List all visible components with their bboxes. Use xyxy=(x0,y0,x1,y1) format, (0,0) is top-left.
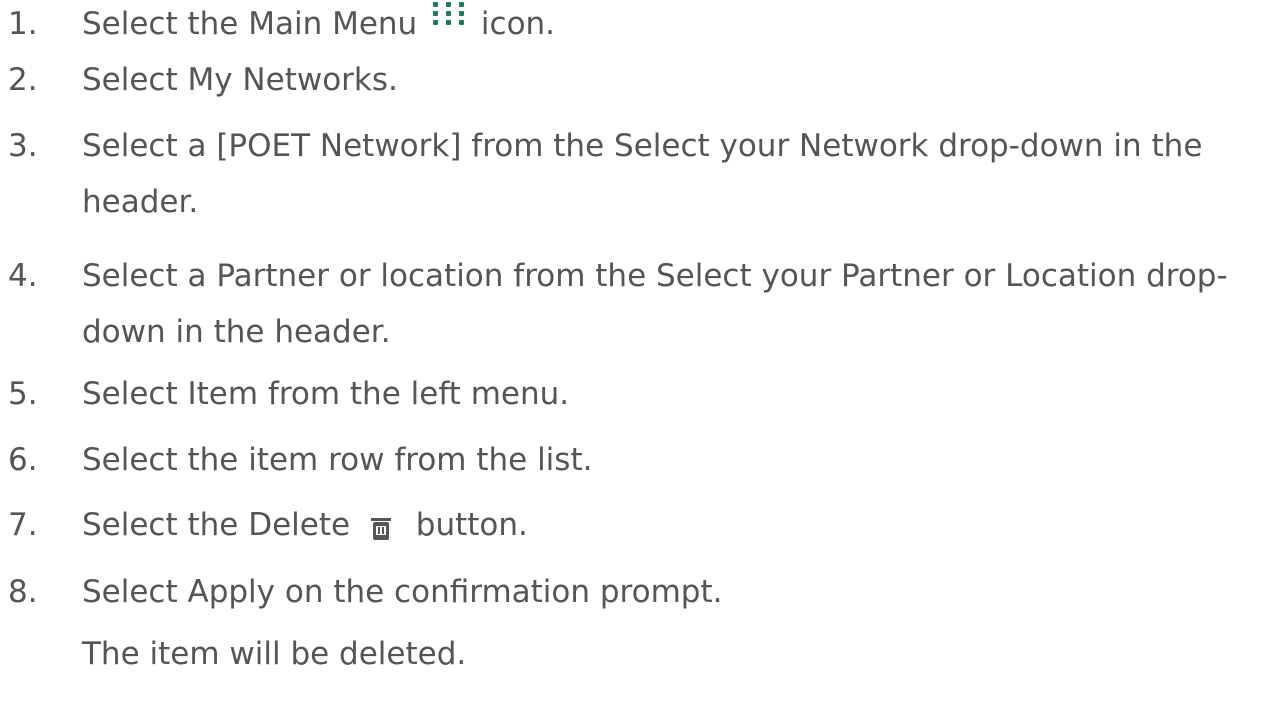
step-text: Select Item from the left menu. xyxy=(82,376,570,412)
step-3: 3. Select a [POET Network] from the Sele… xyxy=(0,118,1262,230)
grid-dots-icon xyxy=(431,1,467,27)
step-4: 4. Select a Partner or location from the… xyxy=(0,248,1262,360)
step-text: Select Apply on the confirmation prompt. xyxy=(82,574,723,610)
trash-icon xyxy=(370,503,392,540)
instruction-steps: 1. Select the Main Menu icon. 2. Select … xyxy=(0,0,1264,610)
step-number: 7. xyxy=(8,507,38,543)
step-text-after-icon: button. xyxy=(415,507,528,543)
step-number: 1. xyxy=(8,6,38,42)
step-text: Select a [POET Network] from the Select … xyxy=(82,128,1203,220)
result-text: The item will be deleted. xyxy=(82,636,467,672)
step-text-after-icon: icon. xyxy=(480,6,556,42)
step-1: 1. Select the Main Menu icon. xyxy=(0,0,1264,52)
step-5: 5. Select Item from the left menu. xyxy=(0,366,569,422)
step-text: Select My Networks. xyxy=(82,62,398,98)
step-number: 8. xyxy=(8,574,38,610)
step-6: 6. Select the item row from the list. xyxy=(0,432,592,488)
step-text-before-icon: Select the Delete xyxy=(82,507,351,543)
step-number: 2. xyxy=(8,62,38,98)
step-7: 7. Select the Delete button. xyxy=(0,497,528,553)
step-2: 2. Select My Networks. xyxy=(0,52,398,108)
step-text: Select a Partner or location from the Se… xyxy=(82,258,1228,350)
step-number: 3. xyxy=(8,128,38,164)
step-number: 5. xyxy=(8,376,38,412)
step-8: 8. Select Apply on the confirmation prom… xyxy=(0,564,722,620)
step-number: 4. xyxy=(8,258,38,294)
step-text-before-icon: Select the Main Menu xyxy=(82,6,418,42)
step-text: Select the item row from the list. xyxy=(82,442,593,478)
step-number: 6. xyxy=(8,442,38,478)
